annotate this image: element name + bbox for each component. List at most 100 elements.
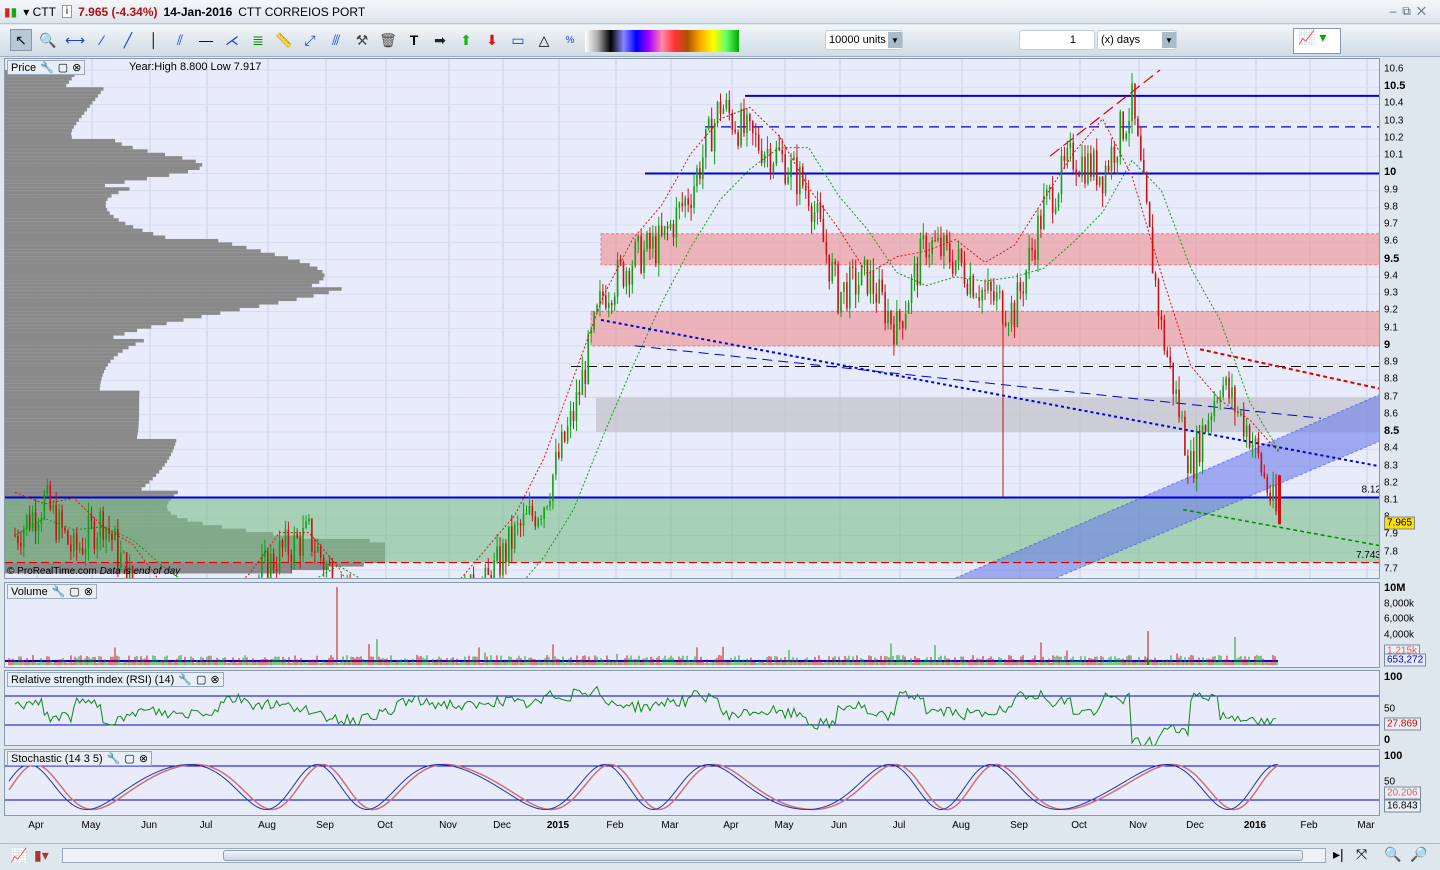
fibonacci-tool[interactable]: ≣ (247, 29, 269, 51)
vertical-line-tool[interactable]: │ (143, 29, 165, 51)
candle-body (472, 574, 475, 578)
candle-body (25, 514, 28, 529)
period-unit-select[interactable]: (x) days ▼ (1097, 30, 1177, 50)
info-icon[interactable]: i (61, 5, 73, 18)
horizontal-segment-tool[interactable]: ⟷ (64, 29, 86, 51)
candle-body (901, 321, 904, 329)
candle-body (314, 551, 316, 553)
zoom-tool-icon[interactable]: 🔍 (37, 29, 59, 51)
candle-body (1013, 302, 1016, 328)
candle-body (843, 282, 845, 292)
arrow-down-icon[interactable]: ⬇ (481, 29, 503, 51)
scrollbar-thumb[interactable] (223, 850, 1303, 861)
fan-tool[interactable]: ⋌ (221, 29, 243, 51)
close-icon[interactable]: ⊗ (210, 673, 219, 686)
maximize-icon[interactable]: ▢ (58, 61, 68, 74)
ray-tool[interactable]: ╱ (117, 29, 139, 51)
zoom-out-icon[interactable]: 🔍 (1384, 846, 1401, 863)
volume-profile-bar (5, 325, 152, 329)
maximize-icon[interactable]: ▢ (196, 673, 206, 686)
volume-panel[interactable]: Volume 🔧 ▢ ⊗ (4, 582, 1380, 668)
fit-zoom-icon[interactable]: ⤧ (1356, 846, 1367, 863)
candle-body (607, 303, 610, 309)
maximize-icon[interactable]: ▢ (124, 752, 134, 765)
candle-body (1131, 83, 1133, 121)
percent-tool[interactable]: % (559, 29, 581, 51)
time-axis-label: Jul (199, 820, 213, 831)
volume-profile-bar (5, 156, 183, 160)
rectangle-tool[interactable]: ▭ (507, 29, 529, 51)
color-palette[interactable] (585, 30, 739, 52)
candle-body (1157, 280, 1160, 317)
stochastic-panel[interactable]: Stochastic (14 3 5) 🔧 ▢ ⊗ (4, 749, 1380, 816)
chart-icon[interactable]: 📈 (10, 847, 27, 864)
candle-body (1098, 176, 1101, 185)
candle-body (328, 563, 331, 565)
close-icon[interactable]: ⊗ (84, 585, 93, 598)
maximize-icon[interactable]: ▢ (69, 585, 79, 598)
point-tool[interactable]: ⤢ (299, 29, 321, 51)
volume-profile-bar (5, 249, 261, 253)
wrench-icon[interactable]: 🔧 (52, 585, 66, 598)
candle-body (807, 190, 810, 207)
units-select[interactable]: 10000 units ▼ (825, 30, 903, 50)
candle-body (52, 504, 55, 510)
wrench-icon[interactable]: 🔧 (107, 752, 121, 765)
price-chart-panel[interactable]: Price 🔧 ▢ ⊗ Year:High 8.800 Low 7.917 8.12 7… (4, 58, 1380, 579)
volume-profile-bar (5, 201, 106, 205)
rsi-tick: 50 (1384, 703, 1396, 715)
candle-body (508, 526, 510, 562)
triangle-tool[interactable]: △ (533, 29, 555, 51)
line-tool[interactable]: ⁄ (91, 29, 113, 51)
rsi-panel[interactable]: Relative strength index (RSI) (14) 🔧 ▢ ⊗ (4, 670, 1380, 746)
time-axis-label: Sep (316, 820, 334, 831)
tools-icon[interactable]: ⚒ (351, 29, 373, 51)
candle-body (713, 123, 716, 152)
candle-body (316, 546, 319, 553)
price-chart-canvas[interactable]: 8.12 7.743 (5, 59, 1380, 579)
volume-profile-bar (5, 342, 136, 346)
arrow-right-icon[interactable]: ➡ (429, 29, 451, 51)
candle-body (308, 518, 310, 522)
parallel-tool[interactable]: ⫻ (325, 29, 347, 51)
stochastic-axis: 100 50 20.206 16.843 (1380, 749, 1440, 816)
candle-type-icon[interactable]: ▮▾ (34, 847, 49, 864)
candle-body (1160, 316, 1163, 320)
zoom-in-icon[interactable]: 🔎 (1410, 846, 1427, 863)
volume-profile-bar (5, 173, 170, 177)
close-icon[interactable]: ⊗ (72, 61, 81, 74)
volume-profile-bar (5, 111, 85, 115)
channel-tool[interactable]: ⫽ (169, 29, 191, 51)
candle-body (1122, 111, 1125, 139)
period-value-input[interactable]: 1 (1019, 30, 1095, 50)
symbol-dropdown[interactable]: ▾ CTT (23, 5, 56, 19)
title-bar: ▮▮ ▾ CTT i 7.965 (-4.34%) 14-Jan-2016 CT… (0, 0, 1440, 24)
indicator-menu-button[interactable]: 📈 ▾ (1293, 28, 1341, 54)
horizontal-scrollbar[interactable] (62, 848, 1326, 863)
trendline-red (1049, 69, 1161, 157)
arrow-up-icon[interactable]: ⬆ (455, 29, 477, 51)
price-tick: 8.6 (1384, 408, 1398, 420)
stoch-d-line (8, 763, 1279, 811)
volume-profile-bar (5, 483, 146, 488)
trash-icon[interactable]: 🗑 (377, 29, 399, 51)
wrench-icon[interactable]: 🔧 (178, 673, 192, 686)
text-tool-icon[interactable]: T (403, 29, 425, 51)
scroll-end-icon[interactable]: ▸| (1333, 846, 1344, 863)
candle-body (572, 410, 575, 422)
volume-profile-bar (5, 276, 324, 281)
time-axis-label: May (81, 820, 101, 831)
close-icon[interactable]: ⊗ (139, 752, 148, 765)
candle-body (643, 249, 645, 274)
volume-profile-bar (5, 159, 196, 164)
price-axis[interactable]: 10.6 10.5 10.4 10.3 10.2 10.1 10 9.9 9.8 9.7 9.6 9.… (1380, 58, 1440, 579)
volume-profile-bar (5, 301, 279, 305)
pointer-tool[interactable]: ↖ (10, 29, 32, 51)
rsi-axis: 100 50 0 27.869 (1380, 670, 1440, 746)
ruler-tool[interactable]: 📏 (273, 29, 295, 51)
window-controls[interactable]: –⧉✕ (1390, 4, 1432, 19)
wrench-icon[interactable]: 🔧 (40, 61, 54, 74)
horizontal-line-tool[interactable]: — (195, 29, 217, 51)
candle-body (1037, 215, 1039, 260)
candle-body (569, 410, 572, 427)
